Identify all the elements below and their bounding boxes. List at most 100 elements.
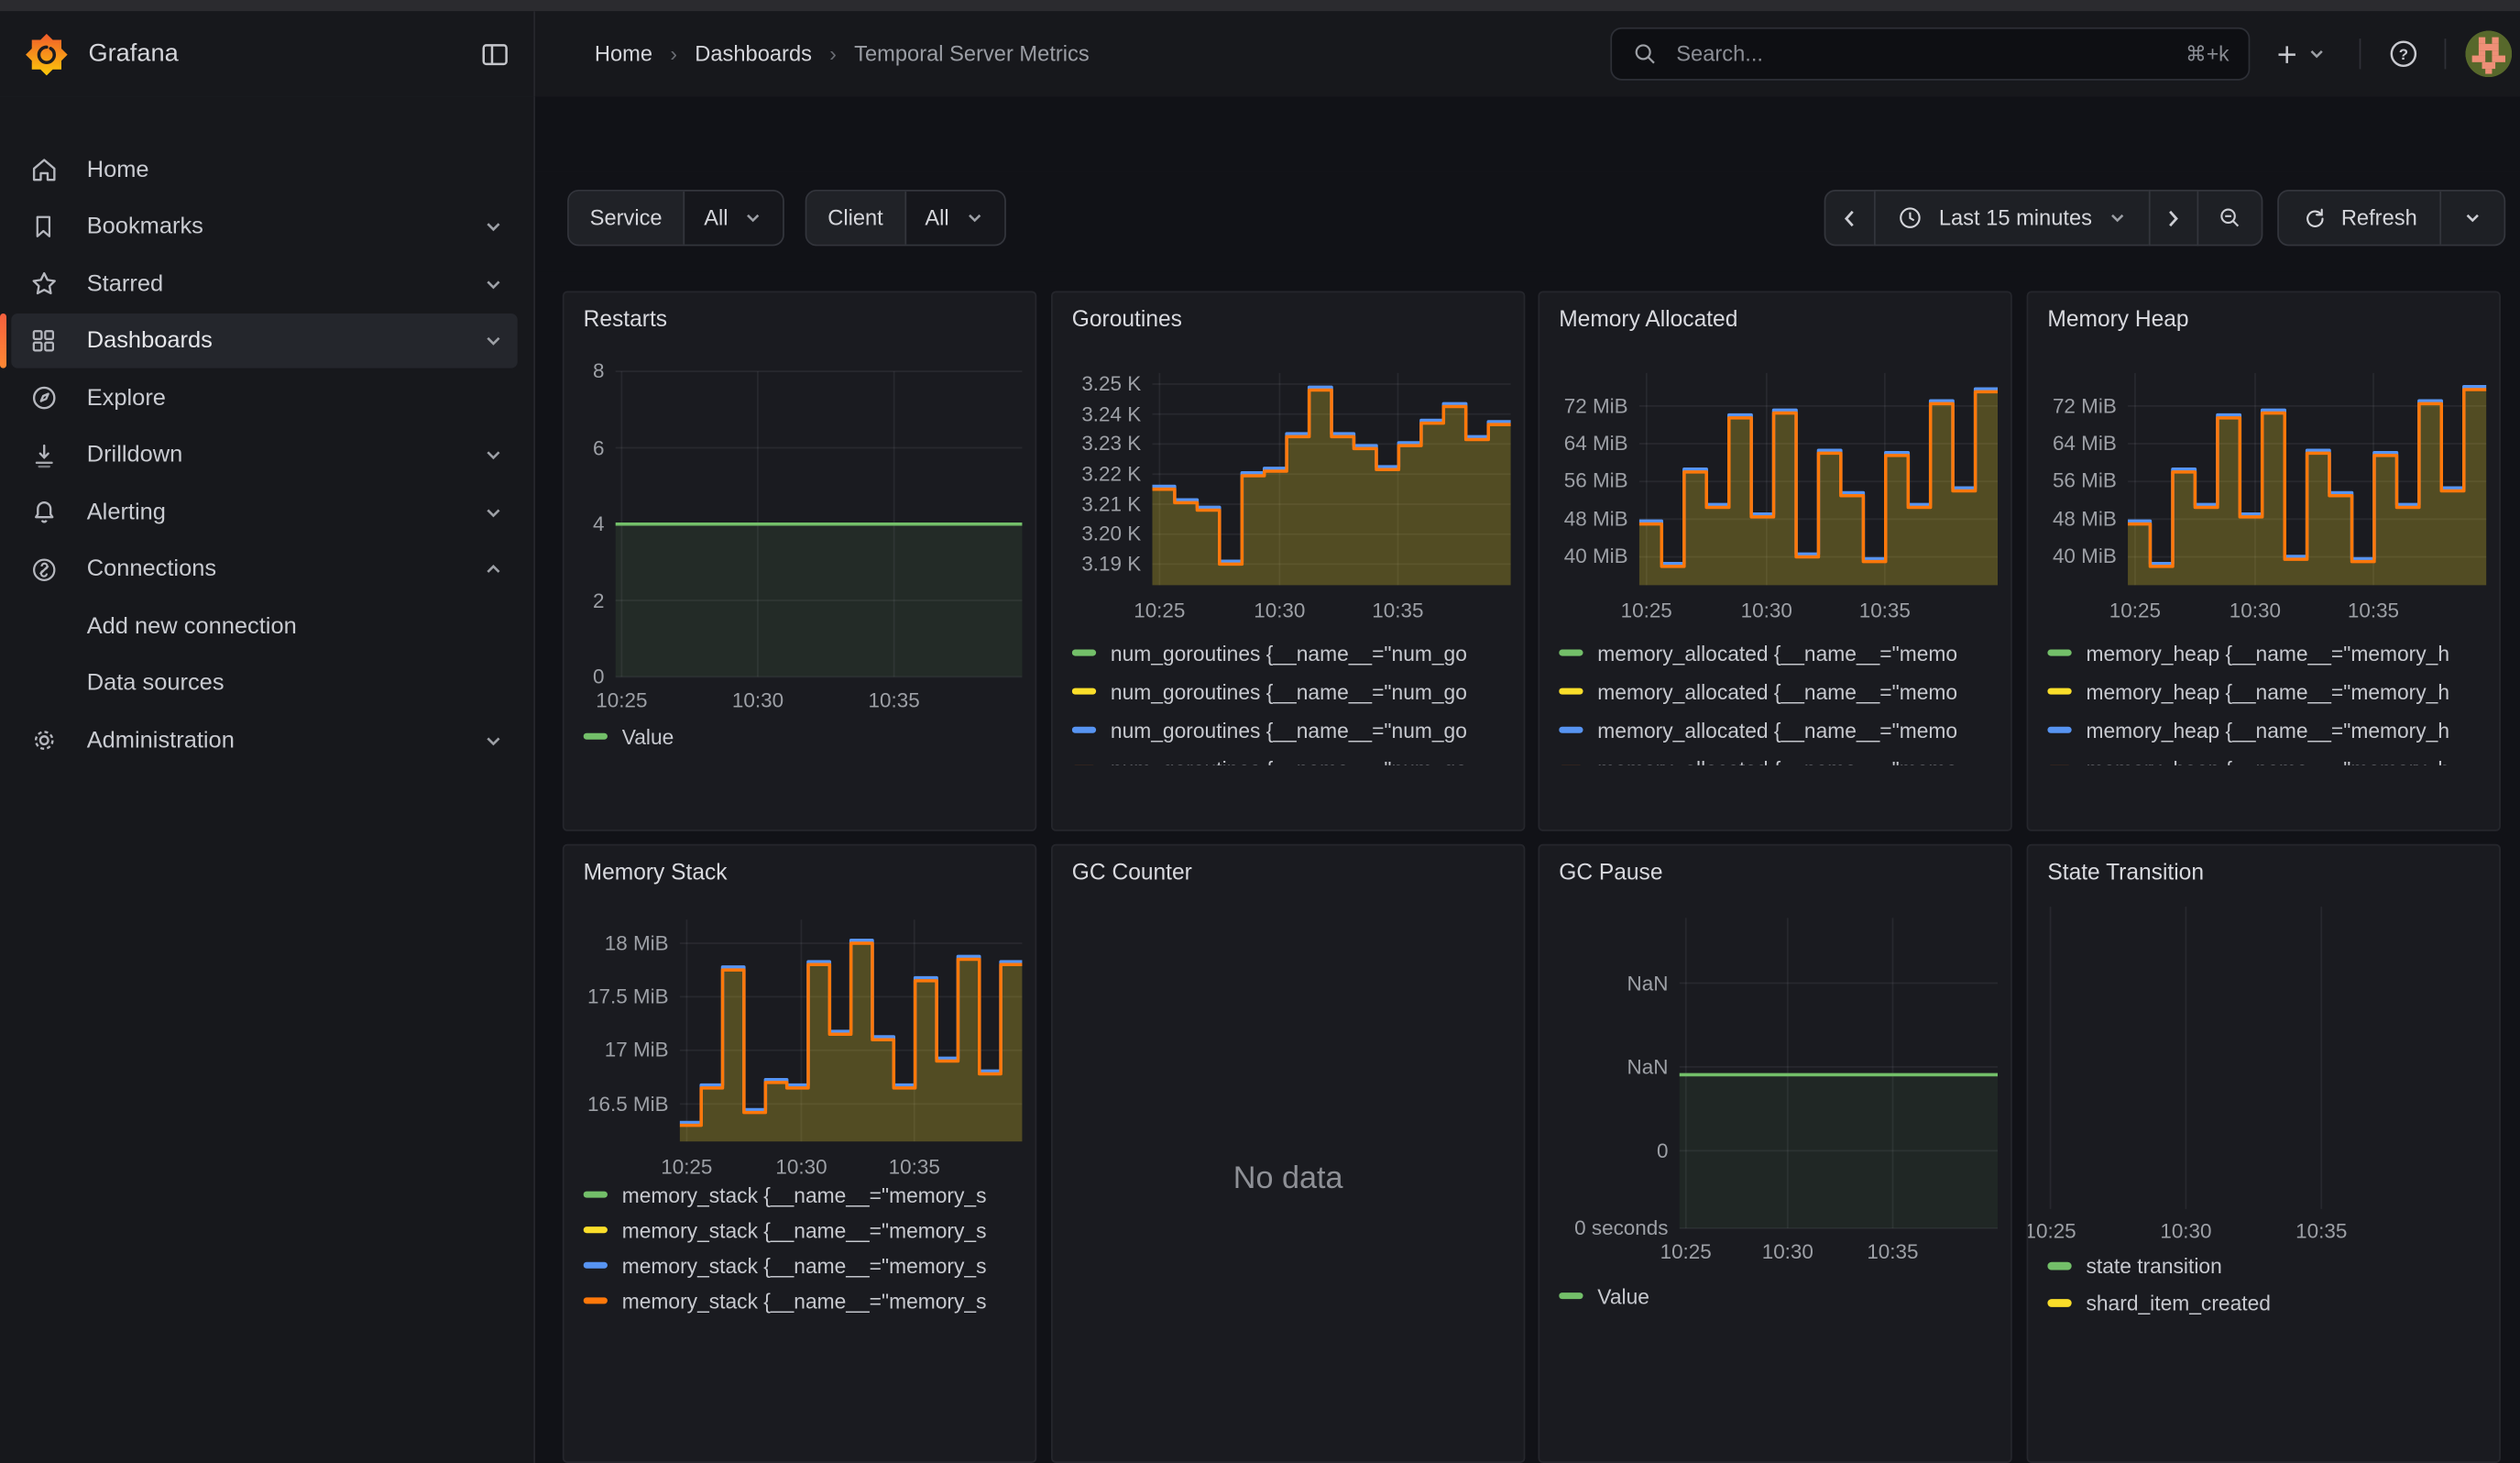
panel-title[interactable]: State Transition [2047, 859, 2204, 885]
legend-item[interactable]: Value [1559, 1277, 2004, 1315]
add-menu-button[interactable] [2273, 11, 2328, 96]
legend-series-dash-icon [1559, 726, 1583, 733]
y-axis-tick-label: 72 MiB [2028, 393, 2116, 417]
chevron-down-icon[interactable] [482, 444, 505, 467]
drilldown-icon [26, 437, 61, 473]
legend-item[interactable]: shard_item_created [2047, 1284, 2493, 1321]
legend-item[interactable]: state transition [2047, 1248, 2493, 1284]
legend-series-dash-icon [2047, 649, 2071, 656]
sidebar-item-starred[interactable]: Starred [11, 257, 517, 312]
legend-item[interactable]: memory_stack {__name__="memory_s [584, 1177, 1029, 1213]
service-filter-value[interactable]: All [685, 192, 783, 245]
legend-item[interactable]: memory_stack {__name__="memory_s [584, 1248, 1029, 1283]
legend-label: num_goroutines {__name__="num_go [1111, 641, 1467, 665]
panel-memory-stack: Memory Stack 18 MiB17.5 MiB17 MiB16.5 Mi… [563, 844, 1036, 1463]
panel-title[interactable]: Restarts [584, 305, 667, 331]
legend: Value [1559, 1277, 2004, 1315]
sidebar-item-connections[interactable]: Connections [11, 542, 517, 597]
legend-item[interactable]: num_goroutines {__name__="num_go [1072, 672, 1517, 710]
legend-item[interactable]: num_goroutines {__name__="num_go [1072, 749, 1517, 765]
sidebar-item-administration[interactable]: Administration [11, 713, 517, 768]
legend-item[interactable]: Value [584, 717, 1029, 755]
legend-label: Value [622, 724, 674, 748]
chart-gc-pause: NaNNaN00 seconds10:2510:3010:35Value [1539, 846, 2011, 1462]
sidebar-item-drilldown[interactable]: Drilldown [11, 428, 517, 483]
plot-area[interactable] [1152, 373, 1510, 586]
plot-area[interactable] [616, 371, 1023, 676]
sidebar-item-add-new-connection[interactable]: Add new connection [11, 599, 517, 654]
search-box[interactable]: ⌘+k [1610, 28, 2250, 81]
sidebar-item-label: Explore [87, 385, 166, 411]
legend-item[interactable]: memory_heap {__name__="memory_h [2047, 749, 2493, 765]
y-axis-tick-label: 8 [564, 358, 605, 382]
legend-series-dash-icon [2047, 688, 2071, 695]
sidebar-item-label: Dashboards [87, 328, 213, 354]
legend-label: state transition [2086, 1254, 2221, 1278]
panel-title[interactable]: Memory Stack [584, 859, 728, 885]
sidebar-item-dashboards[interactable]: Dashboards [11, 314, 517, 368]
panel-title[interactable]: Goroutines [1072, 305, 1182, 331]
zoom-out-button[interactable] [2197, 190, 2263, 246]
y-axis-tick-label: 17 MiB [564, 1038, 669, 1062]
service-filter[interactable]: Service All [567, 190, 784, 246]
sidebar-item-bookmarks[interactable]: Bookmarks [11, 199, 517, 254]
legend-item[interactable]: num_goroutines {__name__="num_go [1072, 710, 1517, 749]
time-shift-back-button[interactable] [1824, 190, 1876, 246]
chevron-up-icon[interactable] [482, 558, 505, 581]
plot-area[interactable] [2128, 373, 2486, 586]
legend-item[interactable]: memory_stack {__name__="memory_s [584, 1212, 1029, 1248]
legend-item[interactable]: memory_allocated {__name__="memo [1559, 672, 2004, 710]
chevron-down-icon[interactable] [482, 215, 505, 238]
sidebar-item-label: Add new connection [87, 613, 297, 639]
breadcrumb-separator: › [829, 42, 837, 66]
help-button[interactable]: ? [2386, 11, 2420, 96]
sidebar-item-home[interactable]: Home [11, 142, 517, 197]
legend-item[interactable]: num_goroutines {__name__="num_go [1072, 633, 1517, 672]
panel-title[interactable]: GC Pause [1559, 859, 1662, 885]
legend-series-dash-icon [1559, 649, 1583, 656]
sidebar-item-alerting[interactable]: Alerting [11, 485, 517, 540]
x-axis-tick-label: 10:30 [732, 688, 783, 712]
y-axis-tick-label: 18 MiB [564, 930, 669, 954]
screen: Grafana Home › Dashboards › Temporal Ser… [0, 0, 2520, 1463]
panel-title[interactable]: GC Counter [1072, 859, 1192, 885]
chevron-down-icon[interactable] [482, 330, 505, 353]
plot-area[interactable] [1680, 918, 1998, 1227]
time-shift-forward-button[interactable] [2148, 190, 2197, 246]
legend-item[interactable]: memory_heap {__name__="memory_h [2047, 633, 2493, 672]
user-avatar[interactable] [2465, 30, 2512, 77]
plot-area[interactable] [2034, 907, 2486, 1209]
sidebar-item-explore[interactable]: Explore [11, 370, 517, 425]
chevron-down-icon[interactable] [482, 500, 505, 523]
legend-item[interactable]: memory_allocated {__name__="memo [1559, 749, 2004, 765]
legend-item[interactable]: memory_heap {__name__="memory_h [2047, 672, 2493, 710]
panel-title[interactable]: Memory Heap [2047, 305, 2188, 331]
sidebar-toggle-icon[interactable] [479, 38, 511, 70]
refresh-button[interactable]: Refresh [2278, 192, 2439, 245]
search-input[interactable] [1673, 40, 2172, 68]
sidebar-item-data-sources[interactable]: Data sources [11, 656, 517, 711]
chart-memory-heap: 72 MiB64 MiB56 MiB48 MiB40 MiB10:2510:30… [2028, 292, 2499, 830]
breadcrumb-home[interactable]: Home [595, 42, 652, 66]
chevron-down-icon[interactable] [482, 729, 505, 752]
y-axis-tick-label: 3.22 K [1053, 461, 1141, 485]
panel-title[interactable]: Memory Allocated [1559, 305, 1737, 331]
y-axis-tick-label: 3.19 K [1053, 551, 1141, 575]
refresh-interval-caret[interactable] [2439, 192, 2504, 245]
legend-item[interactable]: memory_heap {__name__="memory_h [2047, 710, 2493, 749]
time-range-picker[interactable]: Last 15 minutes [1875, 190, 2150, 246]
client-filter-value[interactable]: All [905, 192, 1003, 245]
legend-item[interactable]: memory_allocated {__name__="memo [1559, 633, 2004, 672]
grafana-logo-icon[interactable] [26, 33, 68, 75]
legend-item[interactable]: memory_stack {__name__="memory_s [584, 1283, 1029, 1319]
legend-series-dash-icon [1072, 726, 1096, 733]
legend-series-dash-icon [584, 1226, 608, 1234]
plot-area[interactable] [1639, 373, 1998, 586]
breadcrumb-dashboards[interactable]: Dashboards [695, 42, 812, 66]
legend-label: memory_heap {__name__="memory_h [2086, 641, 2449, 665]
plot-area[interactable] [680, 919, 1023, 1141]
chevron-down-icon[interactable] [482, 272, 505, 295]
legend-label: memory_heap {__name__="memory_h [2086, 679, 2449, 703]
client-filter[interactable]: Client All [805, 190, 1005, 246]
legend-item[interactable]: memory_allocated {__name__="memo [1559, 710, 2004, 749]
